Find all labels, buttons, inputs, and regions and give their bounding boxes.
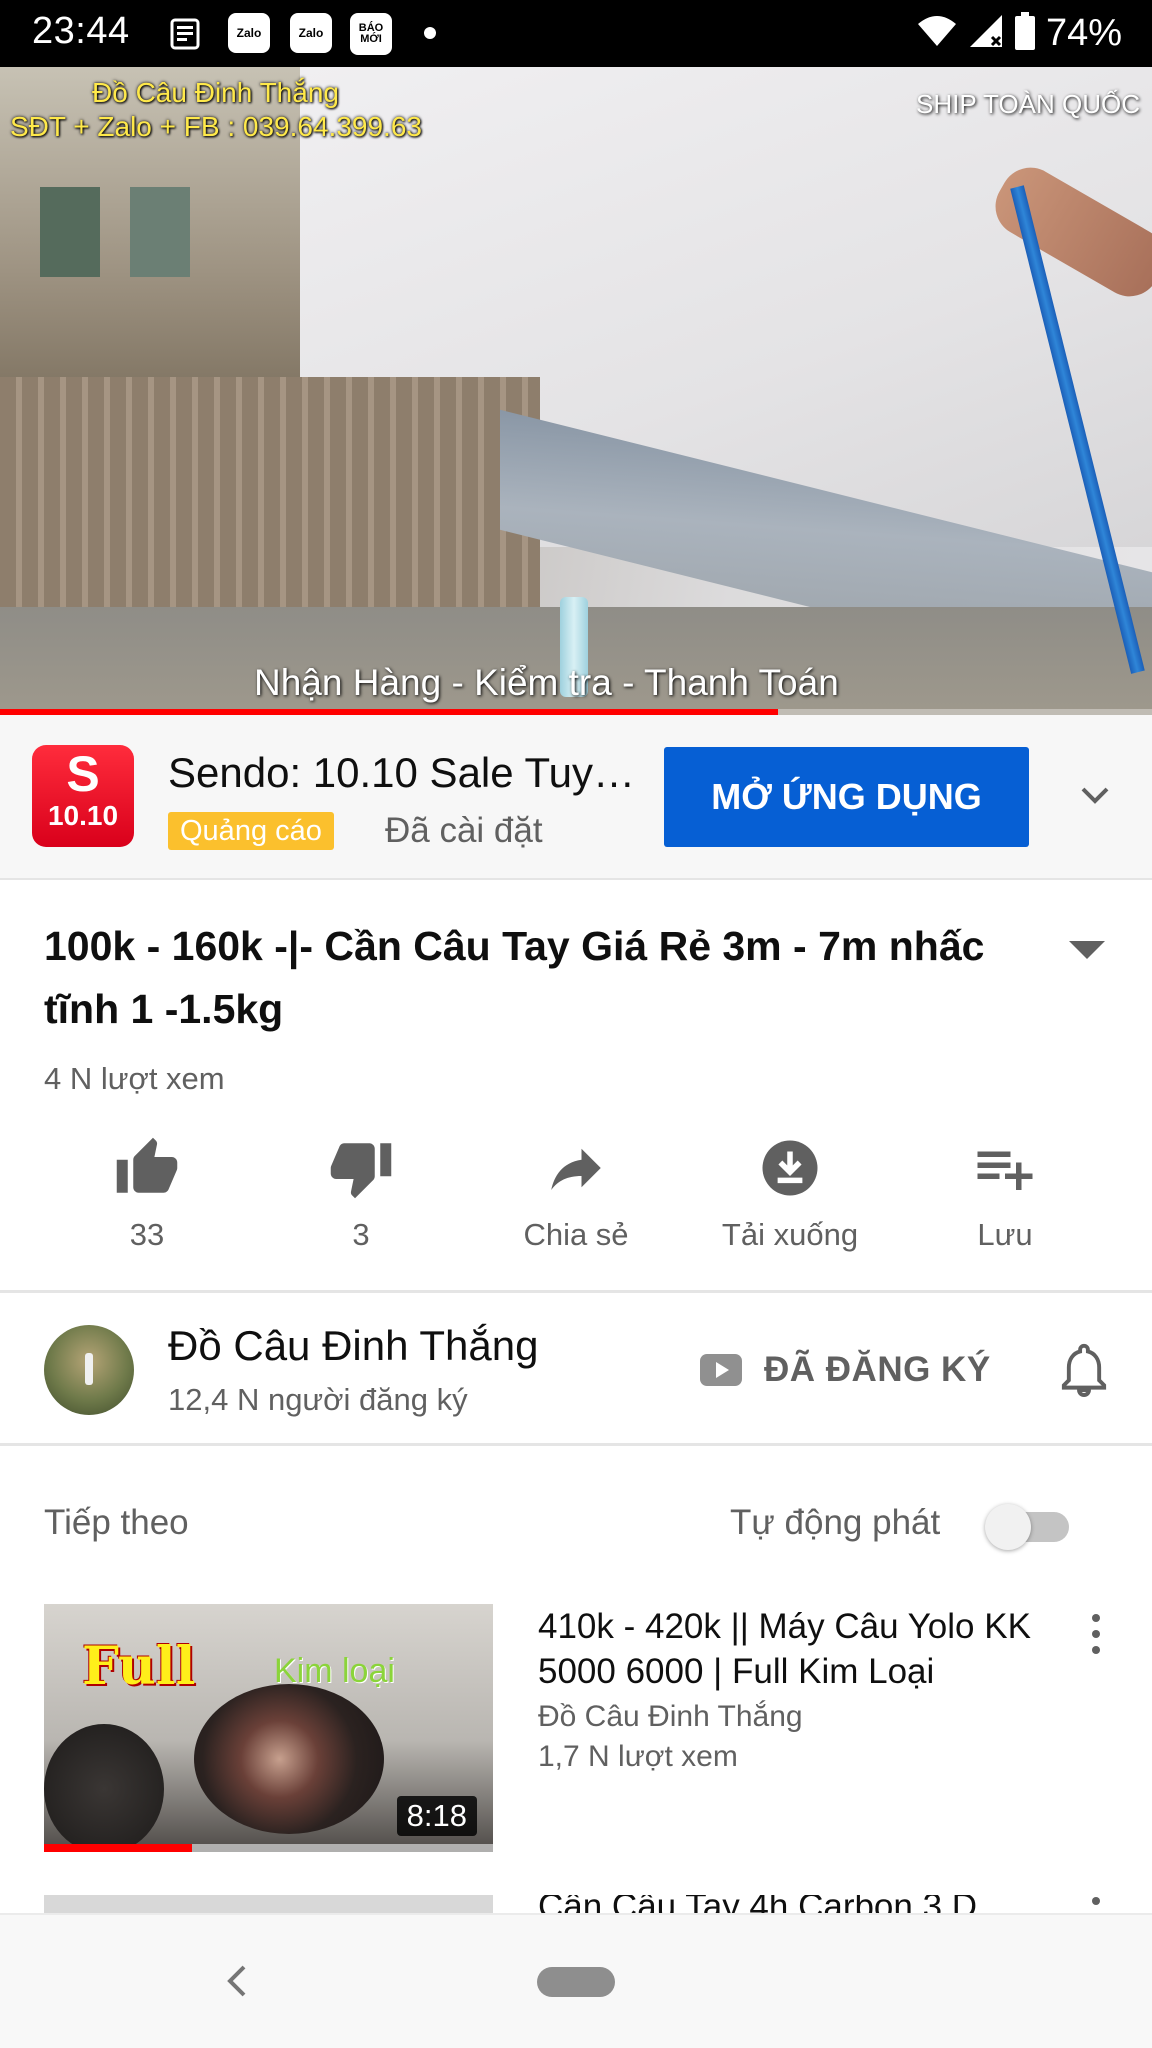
- bell-icon[interactable]: [1058, 1340, 1110, 1398]
- sendo-logo: S 10.10: [32, 745, 134, 847]
- ad-badge: Quảng cáo: [168, 812, 334, 850]
- ad-installed-status: Đã cài đặt: [385, 811, 543, 850]
- zalo-icon: Zalo: [290, 13, 332, 53]
- video-caption: Nhận Hàng - Kiểm tra - Thanh Toán: [254, 662, 839, 703]
- up-next-label: Tiếp theo: [44, 1503, 189, 1542]
- list-item[interactable]: Full Kim loại 8:18 410k - 420k || Máy Câ…: [44, 1604, 1114, 1854]
- subscriber-count: 12,4 N người đăng ký: [168, 1382, 468, 1417]
- download-label: Tải xuống: [721, 1217, 859, 1252]
- dislike-button[interactable]: 3: [276, 1125, 446, 1270]
- autoplay-label: Tự động phát: [730, 1503, 941, 1542]
- subscribed-button[interactable]: ĐÃ ĐĂNG KÝ: [700, 1345, 991, 1395]
- video-title[interactable]: 100k - 160k -|- Cần Câu Tay Giá Rẻ 3m - …: [44, 915, 994, 1041]
- save-button[interactable]: Lưu: [920, 1125, 1090, 1270]
- action-bar: 33 3 Chia sẻ Tải xuống Lưu: [0, 1125, 1152, 1270]
- status-time: 23:44: [32, 10, 130, 52]
- autoplay-toggle-knob: [985, 1504, 1031, 1550]
- download-icon: [757, 1135, 823, 1201]
- sendo-logo-s: S: [66, 746, 100, 802]
- chevron-down-icon[interactable]: [1075, 775, 1115, 815]
- thumbnail-reel-left: [44, 1724, 164, 1852]
- watched-progress: [44, 1844, 493, 1852]
- baomoi-icon: BÁO MỚI: [350, 13, 392, 55]
- sendo-logo-text: 10.10: [47, 800, 119, 831]
- video-thumbnail[interactable]: [44, 1895, 493, 1915]
- wifi-icon: [916, 14, 958, 53]
- save-label: Lưu: [977, 1217, 1033, 1252]
- video-scene-fence: [0, 377, 540, 617]
- video-overlay-shipping: SHIP TOÀN QUỐC: [916, 89, 1140, 119]
- list-item-channel: Đồ Câu Đinh Thắng: [538, 1700, 803, 1733]
- home-pill-icon[interactable]: [537, 1967, 615, 1997]
- thumb-up-icon: [114, 1135, 180, 1201]
- youtube-icon: [700, 1354, 742, 1386]
- view-count: 4 N lượt xem: [44, 1061, 225, 1096]
- status-bar: 23:44 Zalo Zalo BÁO MỚI 74%: [0, 0, 1152, 67]
- video-duration: 8:18: [396, 1796, 477, 1836]
- video-scene-window: [40, 187, 100, 277]
- status-right-group: 74%: [916, 10, 1122, 56]
- avatar[interactable]: [44, 1325, 134, 1415]
- list-item[interactable]: Cần Câu Tay 4h Carbon 3,D...: [44, 1895, 1114, 1915]
- divider: [0, 1290, 1152, 1293]
- subscribed-label: ĐÃ ĐĂNG KÝ: [764, 1350, 991, 1389]
- zalo-icon: Zalo: [228, 13, 270, 53]
- ad-banner[interactable]: S 10.10 Sendo: 10.10 Sale Tuy… Quảng cáo…: [0, 715, 1152, 880]
- playlist-add-icon: [972, 1135, 1038, 1201]
- channel-name[interactable]: Đồ Câu Đinh Thắng: [168, 1322, 538, 1370]
- avatar-figure: [85, 1353, 93, 1385]
- autoplay-toggle[interactable]: [985, 1500, 1080, 1552]
- cell-signal-icon: [968, 13, 1004, 54]
- video-overlay-shop-name: Đồ Câu Đinh Thắng: [92, 77, 339, 108]
- open-app-button[interactable]: MỞ ỨNG DỤNG: [664, 747, 1029, 847]
- dislike-count: 3: [352, 1217, 370, 1252]
- thumbnail-text-kim-loai: Kim loại: [274, 1652, 395, 1690]
- system-nav-bar: [0, 1913, 1152, 2048]
- battery-percent: 74%: [1045, 11, 1122, 54]
- like-button[interactable]: 33: [62, 1125, 232, 1270]
- share-button[interactable]: Chia sẻ: [491, 1125, 661, 1270]
- notification-dot-icon: [424, 27, 436, 39]
- thumb-down-icon: [328, 1135, 394, 1201]
- like-count: 33: [129, 1217, 165, 1252]
- baomoi-label-bottom: MỚI: [360, 33, 382, 45]
- download-button[interactable]: Tải xuống: [705, 1125, 875, 1270]
- video-overlay-phone: SĐT + Zalo + FB : 039.64.399.63: [10, 111, 422, 142]
- more-vert-icon[interactable]: [1092, 1897, 1100, 1905]
- divider: [0, 1443, 1152, 1446]
- list-item-views: 1,7 N lượt xem: [538, 1740, 738, 1773]
- ad-title: Sendo: 10.10 Sale Tuy…: [168, 749, 635, 796]
- list-item-title[interactable]: Cần Câu Tay 4h Carbon 3,D...: [538, 1895, 1006, 1915]
- share-icon: [543, 1135, 609, 1201]
- news-icon: [168, 13, 204, 55]
- thumbnail-reel: [194, 1684, 384, 1834]
- watched-progress-fill: [44, 1844, 193, 1852]
- back-icon[interactable]: [218, 1959, 254, 2003]
- video-scene-window: [130, 187, 190, 277]
- expand-description-icon[interactable]: [1065, 935, 1109, 963]
- thumbnail-text-full: Full: [82, 1636, 196, 1697]
- list-item-title[interactable]: 410k - 420k || Máy Câu Yolo KK 5000 6000…: [538, 1604, 1058, 1694]
- video-player[interactable]: Đồ Câu Đinh Thắng SĐT + Zalo + FB : 039.…: [0, 67, 1152, 715]
- more-vert-icon[interactable]: [1084, 1610, 1108, 1658]
- video-thumbnail[interactable]: Full Kim loại 8:18: [44, 1604, 493, 1852]
- share-label: Chia sẻ: [523, 1217, 629, 1252]
- battery-icon: [1014, 11, 1036, 55]
